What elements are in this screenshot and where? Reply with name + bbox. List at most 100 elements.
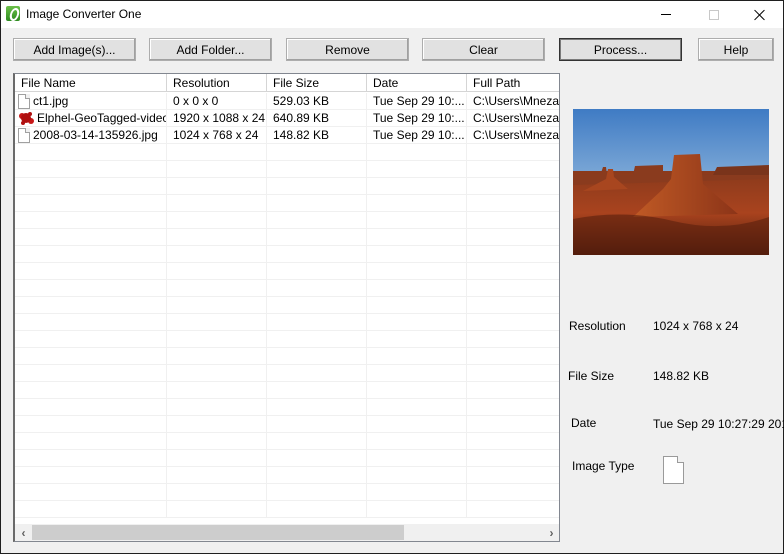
- chevron-left-icon: ‹: [21, 525, 26, 540]
- empty-cell: [267, 331, 367, 347]
- app-window: Image Converter One Add Image(s)... Add …: [0, 0, 784, 554]
- empty-cell: [467, 467, 559, 483]
- maximize-button[interactable]: [691, 1, 737, 28]
- empty-cell: [267, 280, 367, 296]
- minimize-icon: [661, 14, 671, 15]
- empty-cell: [15, 348, 167, 364]
- help-button[interactable]: Help: [698, 38, 774, 61]
- remove-button[interactable]: Remove: [286, 38, 409, 61]
- empty-cell: [167, 144, 267, 160]
- file-name: ct1.jpg: [33, 94, 69, 108]
- empty-row: [15, 501, 559, 518]
- file-size-cell: 529.03 KB: [267, 93, 367, 109]
- table-row[interactable]: ct1.jpg 0 x 0 x 0 529.03 KB Tue Sep 29 1…: [15, 93, 559, 110]
- empty-cell: [15, 314, 167, 330]
- empty-cell: [467, 433, 559, 449]
- resolution-cell: 1920 x 1088 x 24: [167, 110, 267, 126]
- empty-cell: [267, 246, 367, 262]
- empty-cell: [15, 229, 167, 245]
- empty-cell: [167, 178, 267, 194]
- clear-button[interactable]: Clear: [422, 38, 545, 61]
- scroll-thumb[interactable]: [32, 525, 404, 540]
- table-row[interactable]: Elphel-GeoTagged-video... 1920 x 1088 x …: [15, 110, 559, 127]
- empty-cell: [367, 144, 467, 160]
- column-header-resolution[interactable]: Resolution: [167, 74, 267, 92]
- empty-cell: [467, 195, 559, 211]
- empty-cell: [467, 246, 559, 262]
- preview-landscape: [573, 109, 769, 255]
- empty-cell: [367, 399, 467, 415]
- empty-cell: [467, 416, 559, 432]
- empty-cell: [15, 246, 167, 262]
- empty-cell: [167, 467, 267, 483]
- empty-cell: [167, 161, 267, 177]
- empty-cell: [167, 297, 267, 313]
- empty-cell: [267, 314, 367, 330]
- empty-cell: [167, 280, 267, 296]
- file-size-value: 148.82 KB: [653, 369, 710, 383]
- date-cell: Tue Sep 29 10:...: [367, 127, 467, 143]
- column-header-file-size[interactable]: File Size: [267, 74, 367, 92]
- empty-cell: [467, 297, 559, 313]
- process-button[interactable]: Process...: [559, 38, 682, 61]
- empty-cell: [167, 348, 267, 364]
- empty-cell: [367, 382, 467, 398]
- empty-cell: [267, 144, 367, 160]
- add-folder-button[interactable]: Add Folder...: [149, 38, 272, 61]
- empty-cell: [467, 178, 559, 194]
- document-icon: [18, 127, 30, 143]
- column-header-date[interactable]: Date: [367, 74, 467, 92]
- file-list-header: File Name Resolution File Size Date Full…: [15, 74, 559, 92]
- full-path-cell: C:\Users\Mnezau\: [467, 127, 559, 143]
- scroll-right-button[interactable]: ›: [543, 524, 559, 541]
- empty-cell: [267, 382, 367, 398]
- empty-row: [15, 161, 559, 178]
- empty-cell: [167, 382, 267, 398]
- file-size-cell: 148.82 KB: [267, 127, 367, 143]
- resolution-value: 1024 x 768 x 24: [653, 319, 739, 333]
- empty-cell: [267, 195, 367, 211]
- red-splat-icon: [18, 111, 34, 126]
- empty-cell: [15, 450, 167, 466]
- empty-row: [15, 178, 559, 195]
- image-preview: [573, 109, 769, 255]
- empty-cell: [367, 195, 467, 211]
- empty-row: [15, 263, 559, 280]
- add-images-button[interactable]: Add Image(s)...: [13, 38, 136, 61]
- file-size-cell: 640.89 KB: [267, 110, 367, 126]
- empty-cell: [167, 314, 267, 330]
- empty-cell: [467, 314, 559, 330]
- horizontal-scrollbar[interactable]: ‹ ›: [15, 524, 559, 541]
- empty-cell: [167, 331, 267, 347]
- empty-cell: [467, 450, 559, 466]
- empty-cell: [367, 161, 467, 177]
- minimize-button[interactable]: [643, 1, 689, 28]
- empty-cell: [167, 246, 267, 262]
- empty-cell: [367, 433, 467, 449]
- full-path-cell: C:\Users\Mnezau\: [467, 110, 559, 126]
- empty-cell: [367, 263, 467, 279]
- empty-row: [15, 399, 559, 416]
- close-button[interactable]: [737, 1, 783, 28]
- empty-cell: [367, 280, 467, 296]
- empty-cell: [467, 501, 559, 517]
- empty-cell: [467, 212, 559, 228]
- empty-row: [15, 246, 559, 263]
- maximize-icon: [709, 9, 719, 20]
- empty-cell: [467, 144, 559, 160]
- column-header-full-path[interactable]: Full Path: [467, 74, 559, 92]
- file-list[interactable]: File Name Resolution File Size Date Full…: [13, 73, 560, 542]
- empty-cell: [15, 365, 167, 381]
- empty-cell: [15, 399, 167, 415]
- table-row[interactable]: 2008-03-14-135926.jpg 1024 x 768 x 24 14…: [15, 127, 559, 144]
- scroll-left-button[interactable]: ‹: [15, 524, 32, 541]
- chevron-right-icon: ›: [549, 525, 554, 540]
- empty-cell: [167, 501, 267, 517]
- empty-row: [15, 280, 559, 297]
- empty-cell: [167, 263, 267, 279]
- empty-row: [15, 314, 559, 331]
- column-header-file-name[interactable]: File Name: [15, 74, 167, 92]
- empty-cell: [167, 399, 267, 415]
- app-logo-icon: [6, 6, 20, 21]
- empty-cell: [267, 178, 367, 194]
